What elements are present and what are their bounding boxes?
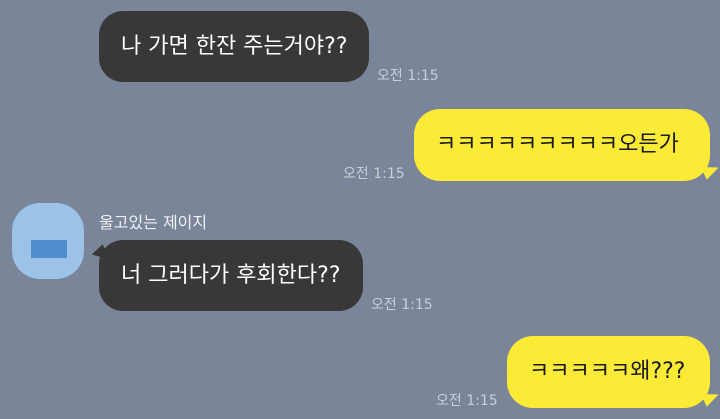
sent-message-bubble[interactable]: ㅋㅋㅋㅋㅋㅋㅋㅋㅋ오든가: [414, 109, 710, 181]
sender-name: 울고있는 제이지: [99, 213, 208, 232]
message-timestamp: 오전 1:15: [436, 393, 498, 409]
sender-avatar[interactable]: [12, 203, 84, 279]
message-text: 너 그러다가 후회한다??: [121, 262, 341, 288]
received-message-bubble[interactable]: 너 그러다가 후회한다??: [99, 240, 363, 311]
sent-message-bubble[interactable]: ㅋㅋㅋㅋㅋ왜???: [507, 336, 710, 408]
avatar-badge-icon: [31, 240, 67, 258]
message-timestamp: 오전 1:15: [343, 166, 405, 182]
message-timestamp: 오전 1:15: [377, 68, 439, 84]
received-message-bubble[interactable]: 나 가면 한잔 주는거야??: [99, 11, 369, 82]
chat-area: 나 가면 한잔 주는거야?? 오전 1:15 ㅋㅋㅋㅋㅋㅋㅋㅋㅋ오든가 오전 1…: [0, 0, 720, 419]
message-text: ㅋㅋㅋㅋㅋ왜???: [529, 359, 686, 384]
message-text: ㅋㅋㅋㅋㅋㅋㅋㅋㅋ오든가: [436, 132, 679, 157]
message-text: 나 가면 한잔 주는거야??: [121, 33, 348, 59]
message-timestamp: 오전 1:15: [371, 297, 433, 313]
